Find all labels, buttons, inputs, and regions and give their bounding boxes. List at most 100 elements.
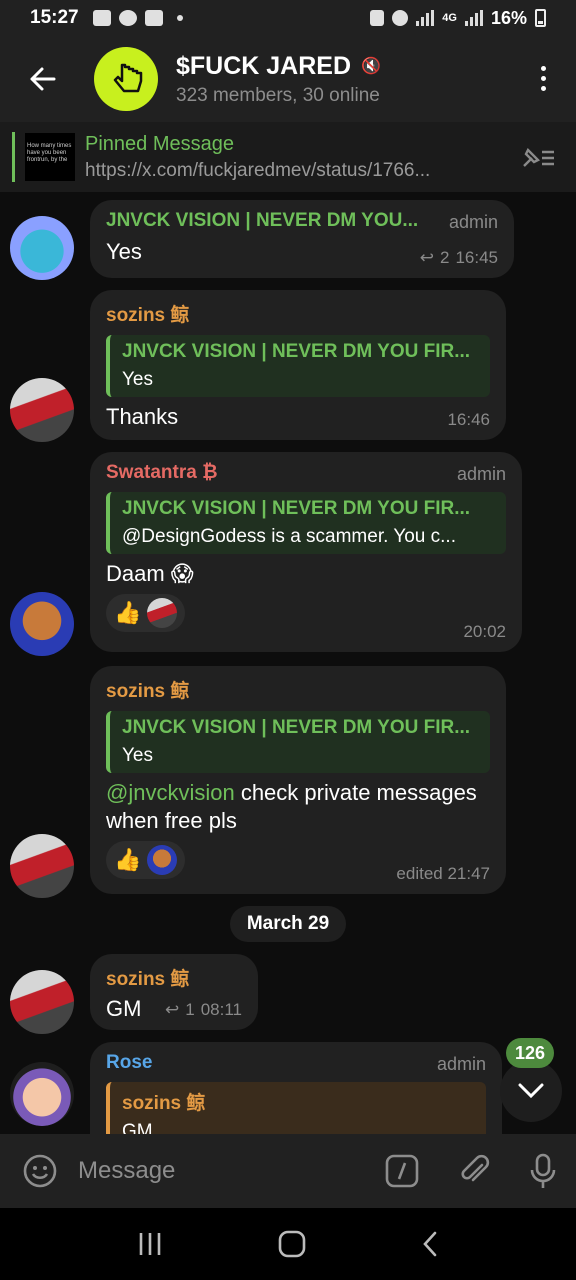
message-bubble[interactable]: JNVCK VISION | NEVER DM YOU... admin Yes… bbox=[90, 200, 514, 278]
reply-preview[interactable]: JNVCK VISION | NEVER DM YOU FIR... Yes bbox=[106, 335, 490, 397]
avatar[interactable] bbox=[10, 592, 74, 656]
arrow-left-icon bbox=[30, 67, 56, 91]
sender-name: sozins 鲸 bbox=[106, 969, 190, 990]
reply-text: Yes bbox=[122, 745, 153, 766]
unread-count-badge: 126 bbox=[506, 1038, 554, 1068]
reply-text: Yes bbox=[122, 369, 153, 390]
pinned-link: https://x.com/fuckjaredmev/status/1766..… bbox=[85, 159, 431, 181]
pin-list-icon[interactable] bbox=[520, 144, 556, 172]
status-time: 15:27 bbox=[30, 7, 79, 28]
reply-preview[interactable]: JNVCK VISION | NEVER DM YOU FIR... Yes bbox=[106, 711, 490, 773]
back-nav-button[interactable] bbox=[420, 1230, 440, 1258]
message-input[interactable]: Message bbox=[78, 1157, 175, 1185]
message-meta: 16:46 bbox=[447, 410, 490, 430]
sender-name: Swatantra ₿ bbox=[106, 462, 218, 483]
pinned-message[interactable]: How many times have you been frontrun, b… bbox=[0, 122, 576, 192]
message-meta: 20:02 bbox=[463, 622, 506, 642]
admin-label: admin bbox=[456, 464, 506, 484]
message-bubble[interactable]: sozins 鲸 JNVCK VISION | NEVER DM YOU FIR… bbox=[90, 666, 506, 894]
reply-arrow-icon: ↩ bbox=[165, 1000, 180, 1019]
app-notification-icon bbox=[144, 10, 163, 26]
message-input-bar: Message bbox=[0, 1134, 576, 1208]
commands-icon[interactable] bbox=[384, 1153, 420, 1189]
message-meta: edited 21:47 bbox=[396, 864, 490, 884]
group-avatar[interactable] bbox=[94, 47, 158, 111]
message-time: edited 21:47 bbox=[396, 864, 490, 883]
reaction-emoji: 👍 bbox=[114, 847, 142, 872]
sender-name: sozins 鲸 bbox=[106, 305, 190, 326]
system-nav-bar bbox=[0, 1208, 576, 1280]
more-options-button[interactable] bbox=[541, 66, 546, 91]
chat-subtitle: 323 members, 30 online bbox=[176, 84, 380, 106]
message-meta: ↩ 2 16:45 bbox=[420, 248, 498, 268]
admin-label: admin bbox=[448, 212, 498, 232]
home-button[interactable] bbox=[277, 1229, 307, 1259]
sender-name: JNVCK VISION | NEVER DM YOU... bbox=[106, 210, 419, 231]
pinned-title: Pinned Message bbox=[85, 132, 234, 155]
lock-icon bbox=[370, 10, 385, 26]
chat-title: $FUCK JARED bbox=[176, 51, 352, 80]
reactions[interactable]: 👍 bbox=[106, 841, 186, 879]
reply-sender: JNVCK VISION | NEVER DM YOU FIR... bbox=[122, 717, 471, 738]
message-meta: ↩ 1 08:11 bbox=[165, 1000, 242, 1020]
pinned-thumbnail: How many times have you been frontrun, b… bbox=[25, 133, 75, 181]
message-time: 08:11 bbox=[200, 1000, 242, 1019]
alarm-icon bbox=[392, 10, 409, 26]
sender-name: sozins 鲸 bbox=[106, 681, 190, 702]
pinned-bar bbox=[12, 132, 15, 182]
signal-icon bbox=[416, 10, 435, 26]
reactor-avatar bbox=[147, 598, 178, 628]
message-list[interactable]: JNVCK VISION | NEVER DM YOU... admin Yes… bbox=[0, 192, 576, 1134]
message-text: Daam 😱 bbox=[106, 561, 194, 586]
attach-icon[interactable] bbox=[456, 1153, 492, 1189]
reaction-emoji: 👍 bbox=[114, 600, 142, 625]
reply-sender: JNVCK VISION | NEVER DM YOU FIR... bbox=[122, 341, 471, 362]
message-bubble[interactable]: sozins 鲸 JNVCK VISION | NEVER DM YOU FIR… bbox=[90, 290, 506, 440]
avatar[interactable] bbox=[10, 970, 74, 1034]
reply-arrow-icon: ↩ bbox=[419, 248, 434, 267]
chat-header: $FUCK JARED 🔇 323 members, 30 online bbox=[0, 36, 576, 122]
avatar[interactable] bbox=[10, 378, 74, 442]
more-notifications-icon bbox=[176, 15, 183, 21]
message-bubble[interactable]: Swatantra ₿ admin JNVCK VISION | NEVER D… bbox=[90, 452, 522, 652]
avatar[interactable] bbox=[10, 834, 74, 898]
reply-sender: JNVCK VISION | NEVER DM YOU FIR... bbox=[122, 498, 471, 519]
pinned-text: Pinned Message https://x.com/fuckjaredme… bbox=[85, 133, 430, 182]
emoji-icon[interactable] bbox=[22, 1153, 58, 1189]
message-bubble[interactable]: Rose admin sozins 鲸 GM bbox=[90, 1042, 502, 1134]
avatar[interactable] bbox=[10, 1062, 74, 1126]
reactor-avatar bbox=[147, 845, 178, 875]
chevron-down-icon bbox=[518, 1083, 544, 1099]
date-separator: March 29 bbox=[230, 906, 346, 942]
back-button[interactable] bbox=[22, 59, 62, 99]
signal-icon bbox=[464, 10, 483, 26]
reply-preview[interactable]: sozins 鲸 GM bbox=[106, 1082, 486, 1134]
reply-count: 2 bbox=[439, 248, 450, 267]
reactions[interactable]: 👍 bbox=[106, 594, 186, 632]
message-text: Thanks bbox=[106, 404, 179, 429]
message-bubble[interactable]: sozins 鲸 GM ↩ 1 08:11 bbox=[90, 954, 258, 1030]
network-type: 4G bbox=[442, 12, 457, 24]
reply-text: GM bbox=[122, 1121, 153, 1134]
gallery-icon bbox=[92, 10, 111, 26]
recent-apps-button[interactable] bbox=[136, 1231, 164, 1257]
message-time: 20:02 bbox=[463, 622, 506, 641]
mention-link[interactable]: @jnvckvision bbox=[106, 780, 235, 805]
muted-icon: 🔇 bbox=[361, 58, 381, 75]
reply-text: @DesignGodess is a scammer. You c... bbox=[122, 526, 456, 547]
message-time: 16:46 bbox=[447, 410, 490, 429]
microphone-icon[interactable] bbox=[528, 1152, 558, 1190]
reply-preview[interactable]: JNVCK VISION | NEVER DM YOU FIR... @Desi… bbox=[106, 492, 506, 554]
message-text: @jnvckvision check private messages when… bbox=[106, 779, 490, 835]
scroll-to-bottom-button[interactable] bbox=[500, 1060, 562, 1122]
hand-cursor-icon bbox=[113, 63, 143, 93]
reply-count: 1 bbox=[185, 1000, 195, 1019]
avatar[interactable] bbox=[10, 216, 74, 280]
status-bar: 15:27 4G 16% bbox=[0, 0, 576, 36]
battery-icon bbox=[535, 9, 546, 27]
notification-icons bbox=[92, 10, 183, 26]
reply-sender: sozins 鲸 bbox=[122, 1093, 206, 1114]
chat-info[interactable]: $FUCK JARED 🔇 323 members, 30 online bbox=[176, 52, 381, 107]
chat-title-row: $FUCK JARED 🔇 bbox=[176, 52, 381, 81]
battery-percent: 16% bbox=[490, 7, 527, 28]
